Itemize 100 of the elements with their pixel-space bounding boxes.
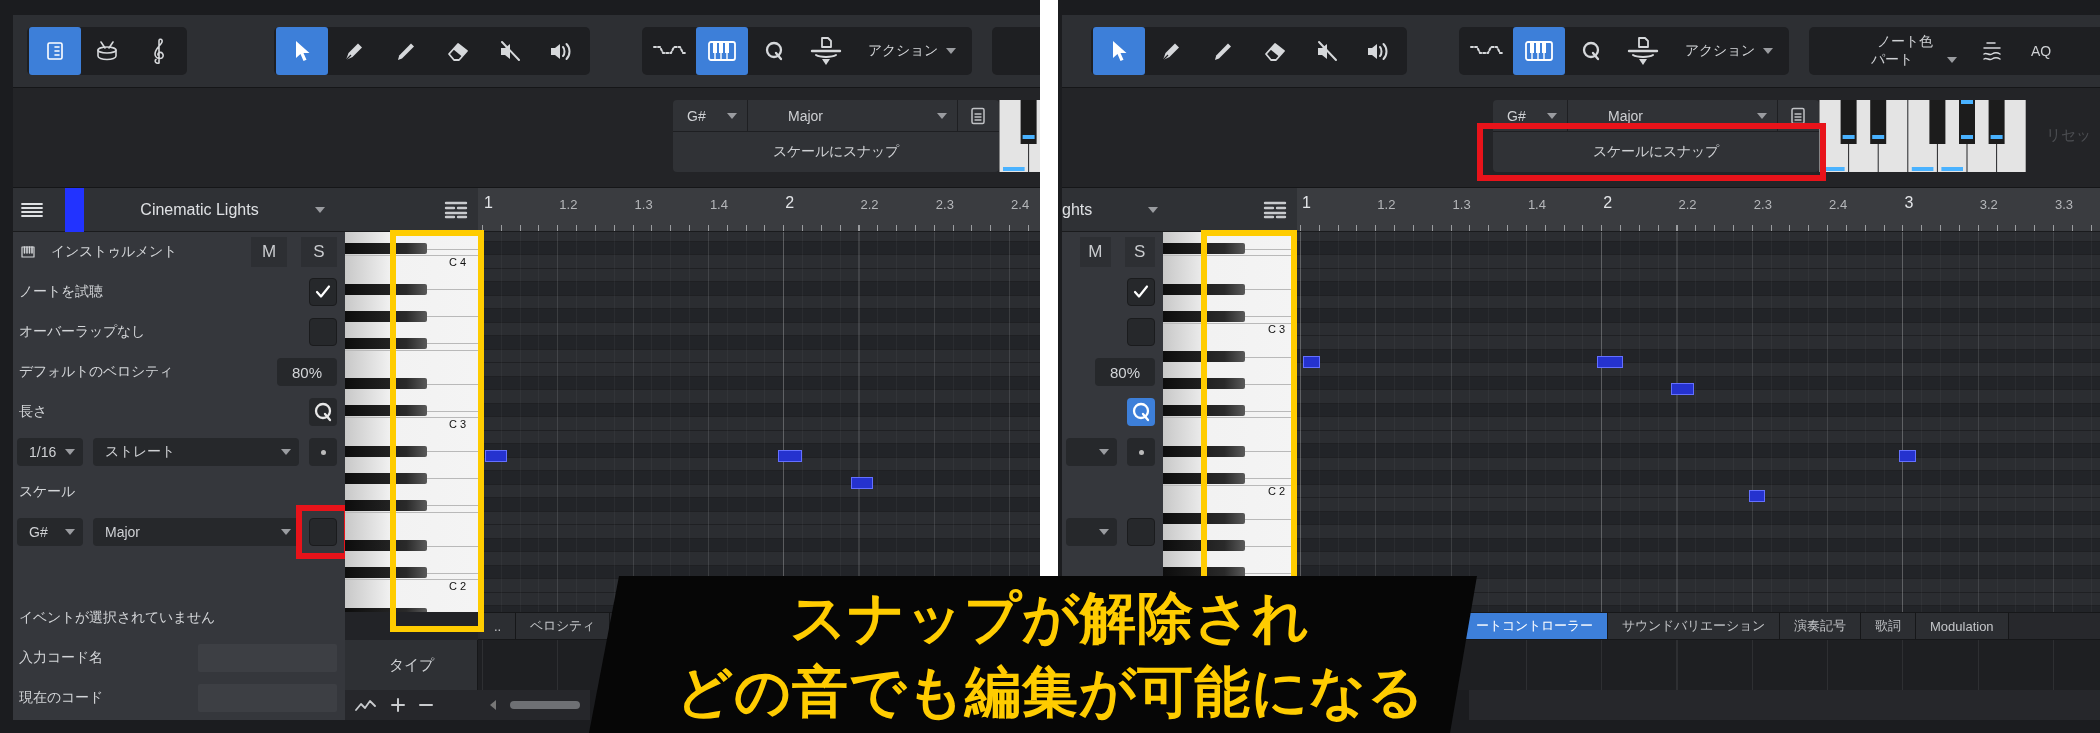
ruler-label: 3.2 bbox=[1979, 197, 1998, 212]
checkbox[interactable] bbox=[1127, 518, 1155, 546]
quantize-icon bbox=[763, 40, 785, 62]
keyboard-button[interactable] bbox=[696, 27, 748, 75]
key-label: C 2 bbox=[448, 579, 466, 593]
scale-dropdown[interactable] bbox=[1066, 518, 1117, 546]
velocity-value-field[interactable]: 80% bbox=[277, 358, 337, 386]
caption-line: スナップが解除され bbox=[790, 583, 1310, 652]
drum-icon bbox=[94, 40, 120, 62]
editor-tab[interactable]: サウンドバリエーション bbox=[1608, 613, 1780, 639]
document-icon bbox=[970, 106, 986, 125]
ruler-label: 1.2 bbox=[1377, 197, 1396, 212]
key-label: C 4 bbox=[448, 255, 466, 269]
caret-icon bbox=[1547, 112, 1557, 119]
snap-to-scale-button[interactable]: スケールにスナップ bbox=[1493, 132, 1819, 172]
mini-keyboard-drawing[interactable] bbox=[1819, 100, 2026, 172]
key-label: C 2 bbox=[1267, 485, 1285, 499]
quantize-icon bbox=[1580, 40, 1602, 62]
dot-button[interactable] bbox=[309, 438, 337, 466]
caret-icon bbox=[1099, 529, 1109, 535]
caret-icon bbox=[727, 112, 737, 119]
caret-icon bbox=[65, 449, 75, 455]
note-color-dropdown[interactable]: パート bbox=[1851, 51, 1957, 69]
quantize-icon bbox=[1130, 401, 1152, 423]
timing-dropdown[interactable]: ストレート bbox=[93, 438, 299, 466]
mute-button[interactable]: M bbox=[1080, 237, 1111, 267]
ruler-label: 2 bbox=[785, 194, 795, 212]
checkbox[interactable] bbox=[1127, 278, 1155, 306]
ruler-label: 1.4 bbox=[1527, 197, 1546, 212]
note-color-label: ノート色 bbox=[1876, 33, 1933, 51]
snap-to-scale-button[interactable]: スケールにスナップ bbox=[673, 132, 999, 172]
caret-icon bbox=[65, 529, 75, 535]
status-text: イベントが選択されていません bbox=[18, 609, 215, 627]
muted-speaker-icon bbox=[1315, 39, 1339, 63]
keyboard-icon bbox=[1524, 39, 1554, 63]
note-block bbox=[1303, 356, 1320, 368]
mute-button[interactable]: M bbox=[251, 237, 287, 267]
scrollbar-thumb[interactable] bbox=[510, 701, 580, 709]
note-block bbox=[485, 450, 507, 462]
list-panel-icon bbox=[45, 41, 65, 61]
editor-tab[interactable]: .. bbox=[480, 613, 517, 639]
option-label: ノートを試聴 bbox=[18, 283, 103, 301]
editor-tab[interactable]: ベロシティ bbox=[516, 613, 611, 639]
length-dropdown[interactable]: 1/16 bbox=[17, 438, 83, 466]
solo-button[interactable]: S bbox=[1124, 237, 1155, 267]
ruler-label: 2.3 bbox=[935, 197, 954, 212]
action-menu[interactable]: アクション bbox=[1669, 27, 1787, 75]
length-label: 長さ bbox=[18, 403, 47, 421]
caret-icon bbox=[937, 112, 947, 119]
dot-button[interactable] bbox=[1127, 438, 1155, 466]
solo-button[interactable]: S bbox=[301, 237, 337, 267]
editor-tab[interactable]: Modulation bbox=[1916, 613, 2009, 639]
menu-icon[interactable] bbox=[21, 201, 43, 218]
key-label: C 3 bbox=[1267, 323, 1285, 337]
eraser-icon bbox=[1263, 40, 1287, 62]
lines-icon[interactable] bbox=[1263, 200, 1287, 219]
action-menu[interactable]: アクション bbox=[852, 27, 970, 75]
scale-dropdown[interactable]: Major bbox=[93, 518, 299, 546]
pointer-tool-button[interactable] bbox=[276, 27, 328, 75]
field-label: 入力コード名 bbox=[18, 649, 103, 667]
eraser-icon bbox=[446, 40, 470, 62]
ruler-label: 1.4 bbox=[709, 197, 728, 212]
plus-icon[interactable] bbox=[391, 698, 405, 712]
ruler-label: 3 bbox=[1904, 194, 1914, 212]
key-dropdown[interactable]: G# bbox=[673, 100, 748, 131]
key-dropdown[interactable]: G# bbox=[1493, 100, 1568, 131]
ruler-label: 3.3 bbox=[2055, 197, 2074, 212]
ruler-label: 2.2 bbox=[860, 197, 879, 212]
scroll-left-icon[interactable] bbox=[488, 699, 498, 711]
check-icon bbox=[1132, 284, 1150, 300]
ruler-label: 2.2 bbox=[1678, 197, 1697, 212]
ruler-label: 2 bbox=[1603, 194, 1613, 212]
caption-line: どの音でも編集が可能になる bbox=[675, 657, 1425, 726]
scale-dropdown[interactable]: Major bbox=[1568, 100, 1778, 131]
timing-dropdown[interactable] bbox=[1066, 438, 1117, 466]
ruler-label: 1 bbox=[484, 194, 493, 212]
checkbox[interactable] bbox=[1127, 318, 1155, 346]
caret-icon bbox=[315, 206, 325, 213]
editor-tab[interactable]: 歌詞 bbox=[1861, 613, 1916, 639]
velocity-label: デフォルトのベロシティ bbox=[18, 363, 173, 381]
scale-dropdown[interactable]: Major bbox=[748, 100, 958, 131]
type-button[interactable]: タイプ bbox=[345, 640, 478, 690]
velocity-value-field[interactable]: 80% bbox=[1095, 358, 1155, 386]
lines-icon[interactable] bbox=[444, 200, 468, 219]
keyboard-button[interactable] bbox=[1513, 27, 1565, 75]
checkbox[interactable] bbox=[309, 278, 337, 306]
ruler-label: 1.2 bbox=[559, 197, 578, 212]
ruler-label: 1.3 bbox=[1452, 197, 1471, 212]
caret-icon bbox=[1763, 48, 1773, 54]
note-block bbox=[851, 477, 873, 489]
key-dropdown[interactable]: G# bbox=[17, 518, 83, 546]
pointer-tool-button[interactable] bbox=[1093, 27, 1145, 75]
quantize-button[interactable] bbox=[309, 398, 337, 426]
auto-quantize-button[interactable]: AQ bbox=[2019, 27, 2064, 75]
checkbox[interactable] bbox=[309, 318, 337, 346]
editor-tab[interactable]: 演奏記号 bbox=[1780, 613, 1861, 639]
checkbox[interactable] bbox=[309, 518, 337, 546]
check-icon bbox=[314, 284, 332, 300]
section-label: スケール bbox=[18, 483, 75, 501]
line-chart-icon[interactable] bbox=[355, 698, 377, 712]
